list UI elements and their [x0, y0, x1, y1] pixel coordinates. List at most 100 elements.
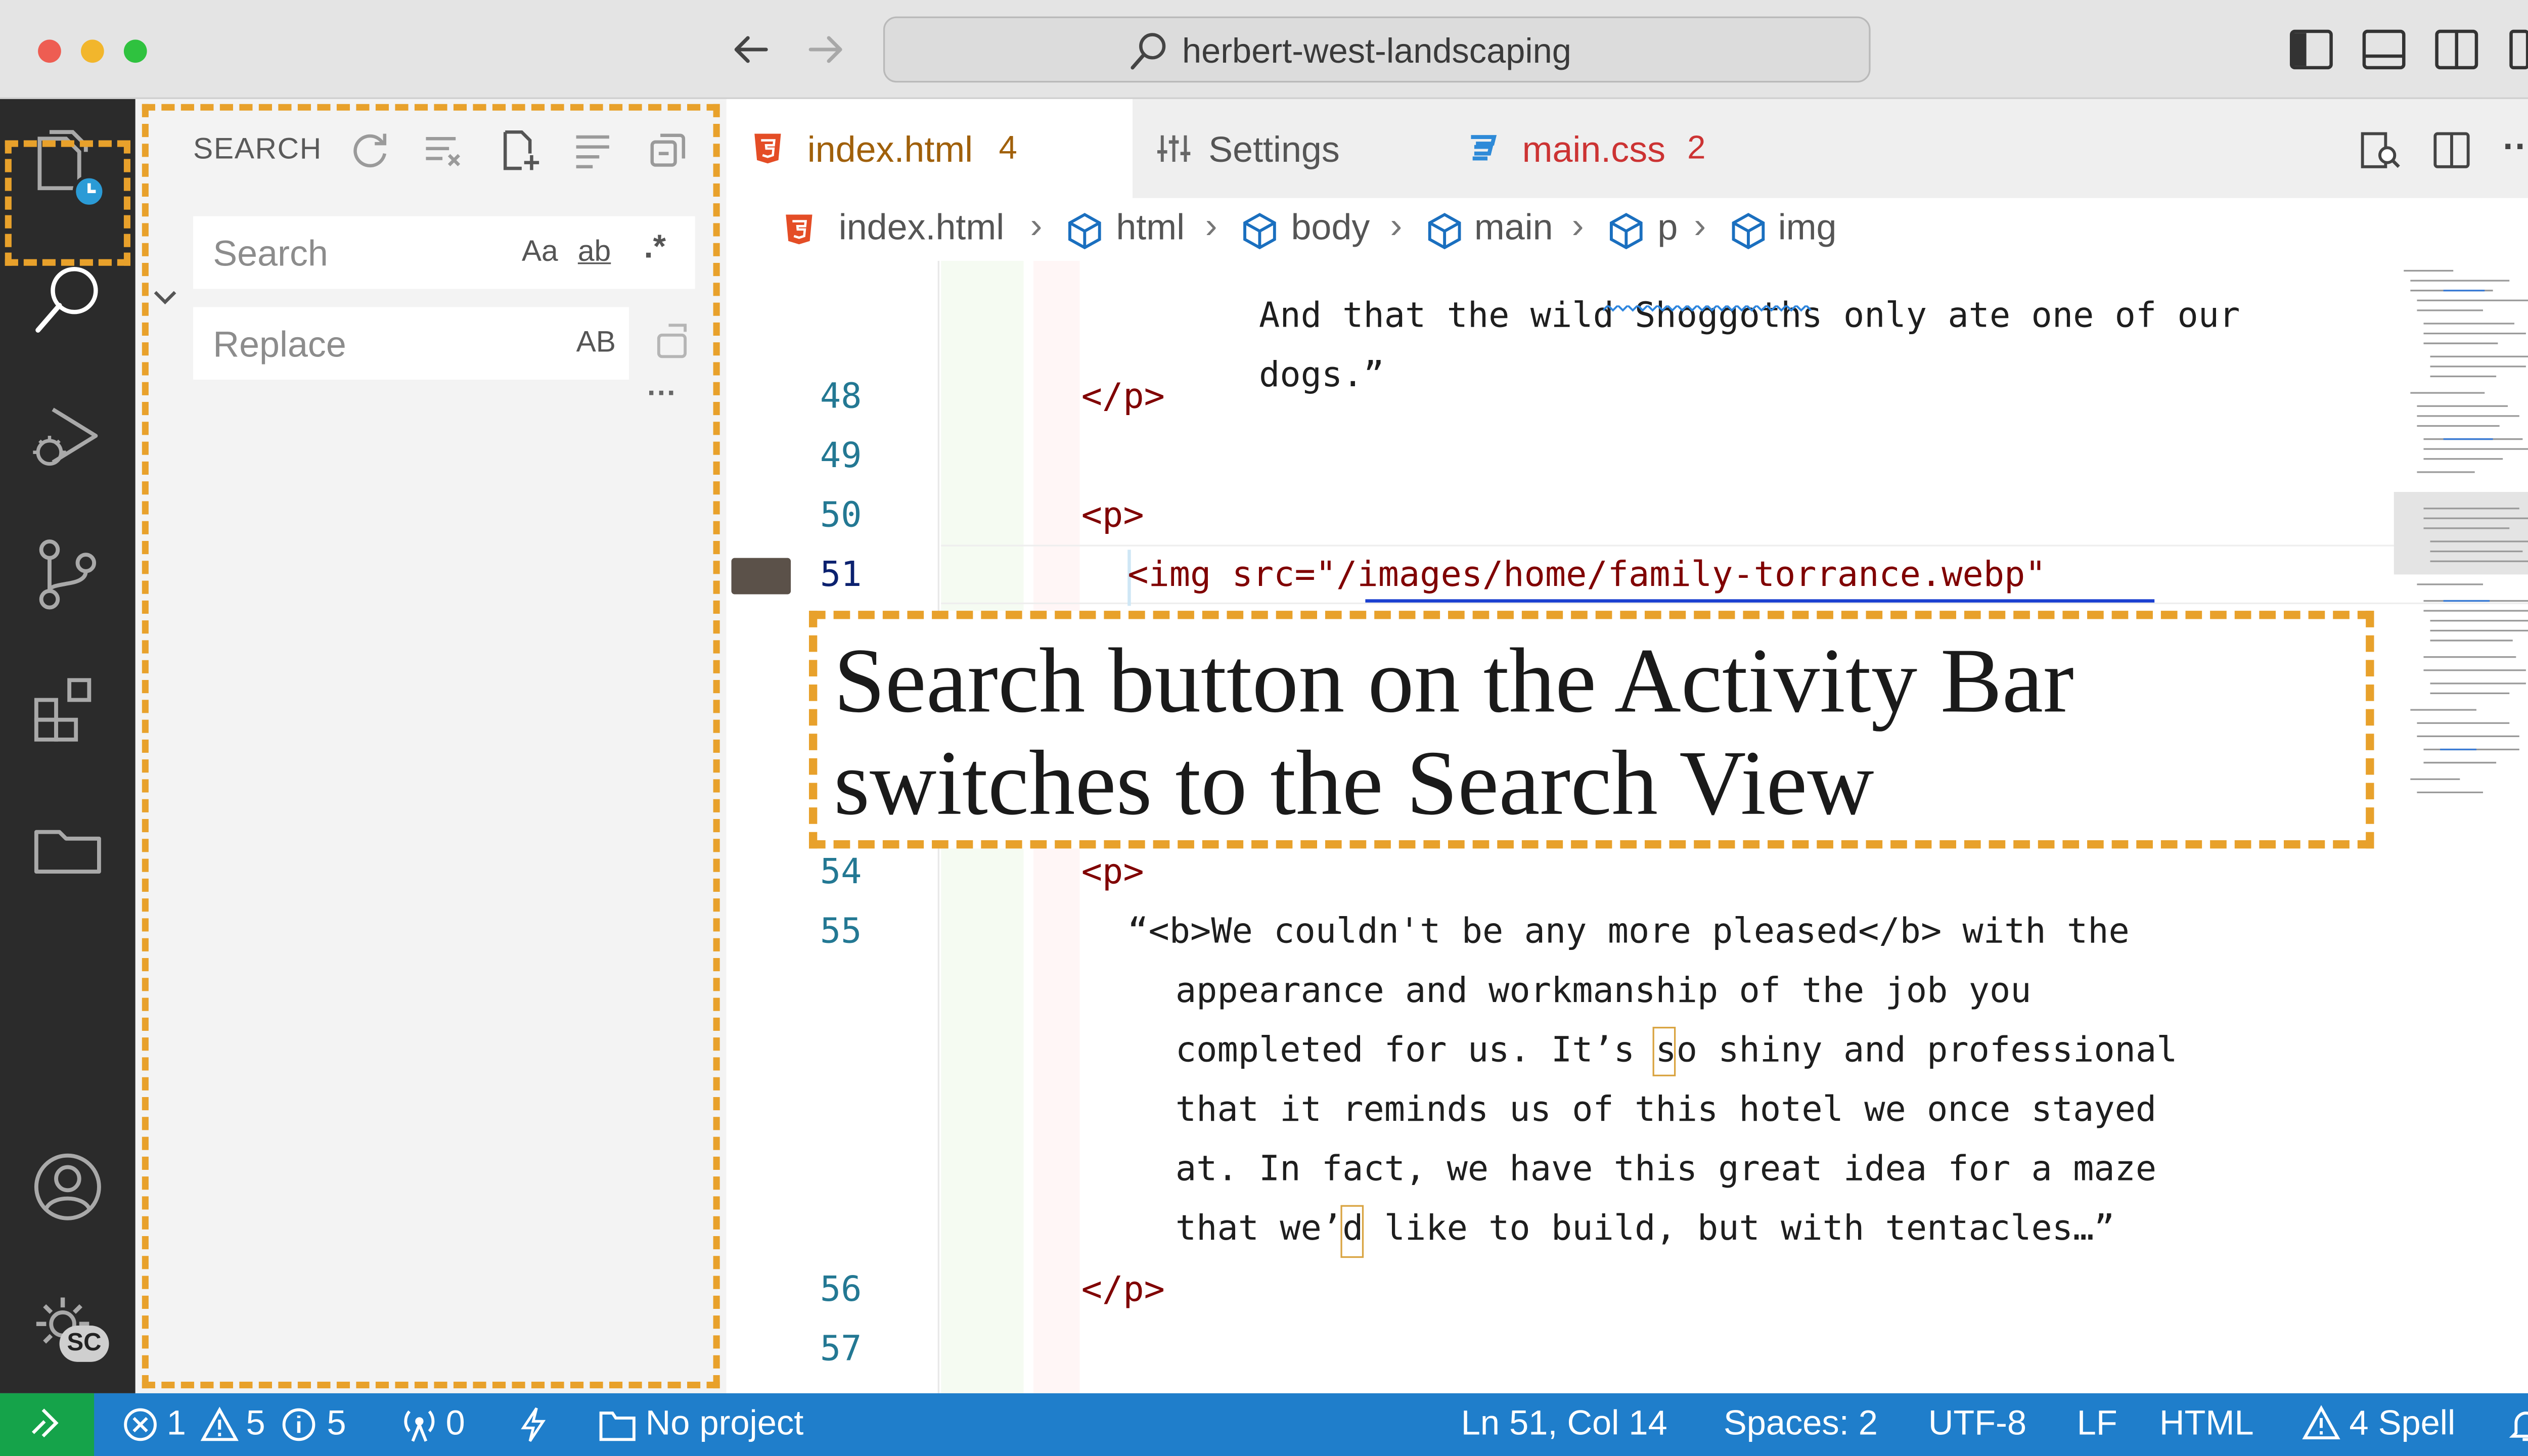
error-count[interactable]: 1 — [167, 1405, 186, 1444]
tab-problem-count: 4 — [999, 130, 1017, 167]
breadcrumb-chevron-icon: › — [1390, 204, 1403, 246]
unicode-highlight — [1340, 1205, 1364, 1258]
breadcrumb-item-body[interactable]: body — [1291, 206, 1370, 249]
html5-icon — [753, 132, 783, 165]
line-number: 50 — [820, 495, 862, 535]
line-number: 51 — [820, 555, 862, 595]
more-actions-icon[interactable]: ··· — [2503, 125, 2528, 168]
view-as-tree-icon[interactable] — [571, 129, 614, 172]
search-view-title: SEARCH — [193, 132, 322, 165]
match-case-toggle[interactable]: Aa — [522, 235, 558, 269]
replace-all-icon[interactable] — [652, 318, 695, 361]
spell-check-status[interactable]: 4 Spell — [2350, 1405, 2456, 1444]
collapse-all-icon[interactable] — [647, 129, 690, 172]
code-line: <p> — [1081, 851, 1144, 892]
search-button-highlight — [5, 140, 130, 266]
close-window-button[interactable] — [38, 39, 61, 63]
more-options[interactable]: ··· — [647, 376, 677, 411]
error-icon — [122, 1406, 159, 1451]
source-control-icon[interactable] — [26, 533, 109, 616]
refresh-icon[interactable] — [350, 129, 393, 172]
breadcrumb-item-file[interactable]: index.html — [839, 206, 1004, 249]
tab-label: main.css — [1522, 128, 1666, 170]
breadcrumb-chevron-icon: › — [1571, 204, 1584, 246]
remote-indicator[interactable] — [0, 1393, 95, 1456]
tab-settings[interactable]: Settings — [1133, 99, 1439, 198]
search-activity-icon[interactable] — [26, 259, 109, 342]
breadcrumb-item-html[interactable]: html — [1116, 206, 1185, 249]
minimize-window-button[interactable] — [80, 39, 104, 63]
language-mode[interactable]: HTML — [2159, 1405, 2254, 1444]
eol-status[interactable]: LF — [2077, 1405, 2117, 1444]
indentation-status[interactable]: Spaces: 2 — [1724, 1405, 1878, 1444]
ports-broadcast-icon — [399, 1405, 439, 1453]
tab-main-css[interactable]: main.css 2 — [1439, 99, 1816, 198]
breadcrumb-item-img[interactable]: img — [1778, 206, 1837, 249]
toggle-replace-chevron-icon[interactable] — [149, 281, 182, 313]
split-editor-icon[interactable] — [2430, 129, 2473, 172]
match-whole-word-toggle[interactable]: ab — [578, 235, 611, 269]
line-number: 57 — [820, 1329, 862, 1369]
spelling-squiggle — [1602, 294, 1818, 312]
folder-icon[interactable] — [26, 809, 109, 891]
line-number: 55 — [820, 911, 862, 951]
callout-line-1: Search button on the Activity Bar — [833, 630, 2074, 733]
line-number: 54 — [820, 851, 862, 892]
customize-layout-icon[interactable] — [2508, 26, 2528, 72]
forward-arrow-icon[interactable] — [801, 23, 850, 76]
title-bar: herbert-west-landscaping — [0, 0, 2528, 99]
vscode-window: herbert-west-landscaping SC SEARCH Searc… — [0, 0, 2528, 1456]
account-icon[interactable] — [26, 1146, 109, 1228]
code-line: that we’d like to build, but with tentac… — [1175, 1208, 2115, 1248]
encoding-status[interactable]: UTF-8 — [1928, 1405, 2026, 1444]
code-line: at. In fact, we have this great idea for… — [1175, 1149, 2157, 1189]
settings-sliders-icon — [1156, 132, 1192, 165]
account-badge: SC — [59, 1326, 109, 1362]
code-line: appearance and workmanship of the job yo… — [1175, 970, 2032, 1011]
breadcrumb-item-main[interactable]: main — [1474, 206, 1553, 249]
unicode-highlight — [1652, 1027, 1676, 1076]
open-preview-icon[interactable] — [2358, 129, 2401, 172]
toggle-primary-sidebar-icon[interactable] — [2288, 26, 2334, 72]
toggle-secondary-sidebar-icon[interactable] — [2433, 26, 2479, 72]
breadcrumb-chevron-icon: › — [1694, 204, 1706, 246]
maximize-window-button[interactable] — [123, 39, 147, 63]
search-icon — [1129, 31, 1168, 71]
extensions-icon[interactable] — [26, 670, 109, 753]
annotation-callout: Search button on the Activity Bar switch… — [808, 611, 2374, 849]
code-line: <p> — [1081, 495, 1144, 535]
back-arrow-icon[interactable] — [727, 23, 776, 76]
use-regex-toggle[interactable]: .* — [644, 230, 666, 267]
link-underline — [1365, 599, 2155, 603]
replace-input[interactable]: Replace AB — [193, 307, 629, 380]
breadcrumb-item-p[interactable]: p — [1657, 206, 1678, 249]
remote-icon — [31, 1408, 59, 1438]
run-debug-icon[interactable] — [26, 396, 109, 479]
code-line: </p> — [1081, 376, 1165, 416]
clear-results-icon[interactable] — [423, 129, 466, 172]
search-input[interactable]: Search Aa ab .* — [193, 216, 695, 289]
element-cube-icon — [1425, 211, 1464, 259]
info-icon — [281, 1406, 317, 1451]
tab-problem-count: 2 — [1687, 130, 1706, 167]
preserve-case-toggle[interactable]: AB — [576, 325, 616, 360]
breadcrumb-chevron-icon: › — [1030, 204, 1043, 246]
command-center[interactable]: herbert-west-landscaping — [883, 16, 1871, 83]
element-cube-icon — [1240, 211, 1279, 259]
warning-count[interactable]: 5 — [246, 1405, 265, 1444]
notifications-bell-icon[interactable] — [2506, 1405, 2528, 1453]
code-line: completed for us. It’s so shiny and prof… — [1175, 1030, 2178, 1070]
project-status[interactable]: No project — [646, 1405, 804, 1444]
breadcrumb-chevron-icon: › — [1205, 204, 1217, 246]
lightning-icon[interactable] — [517, 1405, 550, 1453]
tab-index-html[interactable]: index.html 4 — [726, 99, 1133, 198]
line-number: 49 — [820, 436, 862, 476]
info-count[interactable]: 5 — [327, 1405, 346, 1444]
toggle-panel-icon[interactable] — [2361, 26, 2407, 72]
minimap[interactable] — [2394, 261, 2528, 1393]
ports-count[interactable]: 0 — [446, 1405, 465, 1444]
image-preview-thumbnail — [731, 558, 791, 595]
cursor-position[interactable]: Ln 51, Col 14 — [1461, 1405, 1667, 1444]
element-cube-icon — [1729, 211, 1768, 259]
new-search-editor-icon[interactable] — [499, 129, 541, 172]
